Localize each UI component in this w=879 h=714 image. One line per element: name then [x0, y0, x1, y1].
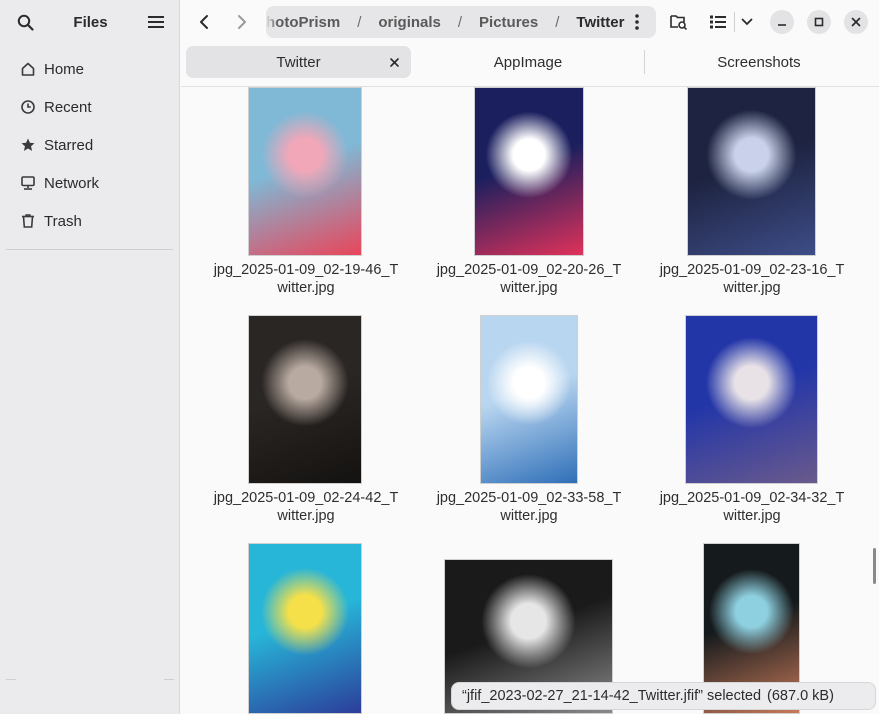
- file-thumbnail: [480, 315, 578, 484]
- sidebar-item-label: Network: [44, 174, 100, 192]
- sidebar-bottom-mark: [164, 679, 174, 680]
- tab-twitter[interactable]: Twitter: [186, 46, 411, 78]
- header-bar: hotoPrism / originals / Pictures / Twitt…: [181, 0, 879, 44]
- breadcrumb-originals[interactable]: originals: [378, 14, 441, 31]
- clock-icon: [20, 99, 36, 115]
- view-options-button[interactable]: [736, 11, 758, 33]
- header-divider: [734, 12, 735, 32]
- tab-label: AppImage: [493, 53, 563, 71]
- chevron-left-icon: [200, 15, 208, 29]
- path-fade: [266, 6, 278, 38]
- chevron-right-icon: [238, 15, 246, 29]
- view-toggle-button[interactable]: [707, 11, 729, 33]
- vertical-dots-icon: [635, 14, 639, 30]
- app-title: Files: [73, 13, 108, 31]
- sidebar-item-home[interactable]: Home: [0, 50, 179, 88]
- main-menu-button[interactable]: [145, 11, 167, 33]
- list-view-icon: [710, 15, 726, 29]
- maximize-button[interactable]: [807, 10, 831, 34]
- selection-status-text: “jfif_2023-02-27_21-14-42_Twitter.jfif” …: [462, 688, 762, 704]
- star-icon: [20, 137, 36, 153]
- forward-button[interactable]: [229, 9, 255, 35]
- tab-bar: Twitter AppImage Screenshots: [181, 44, 879, 87]
- back-button[interactable]: [191, 9, 217, 35]
- close-icon: [389, 57, 399, 67]
- scrollbar[interactable]: [873, 548, 876, 584]
- trash-icon: [20, 213, 36, 229]
- file-grid: jpg_2025-01-09_02-19-46_T witter.jpg jpg_…: [181, 87, 871, 714]
- home-icon: [20, 61, 36, 77]
- sidebar-item-label: Trash: [44, 212, 82, 230]
- search-folder-button[interactable]: [668, 11, 690, 33]
- breadcrumb-separator: /: [555, 13, 560, 31]
- breadcrumb-separator: /: [457, 13, 463, 31]
- sidebar-item-label: Home: [44, 60, 85, 78]
- file-name: jpg_2025-01-09_02-24-42_T witter.jpg: [213, 490, 399, 524]
- file-thumbnail: [248, 87, 362, 256]
- file-thumbnail: [687, 87, 816, 256]
- chevron-down-icon: [741, 18, 753, 26]
- file-thumbnail: [685, 315, 818, 484]
- minimize-icon: [778, 24, 786, 26]
- minimize-button[interactable]: [770, 10, 794, 34]
- file-thumbnail: [474, 87, 584, 256]
- file-thumbnail: [248, 315, 362, 484]
- sidebar-item-label: Recent: [44, 98, 92, 116]
- file-name: jpg_2025-01-09_02-34-32_T witter.jpg: [659, 490, 845, 524]
- tab-close-button[interactable]: [387, 55, 401, 69]
- close-icon: [851, 17, 861, 27]
- path-bar[interactable]: hotoPrism / originals / Pictures / Twitt…: [266, 6, 656, 38]
- sidebar-bottom-mark: [6, 679, 16, 680]
- sidebar-item-network[interactable]: Network: [0, 164, 179, 202]
- file-name: jpg_2025-01-09_02-23-16_T witter.jpg: [659, 262, 845, 296]
- tab-label: Twitter: [276, 53, 321, 71]
- sidebar-item-trash[interactable]: Trash: [0, 202, 179, 240]
- breadcrumb-separator: /: [357, 13, 362, 31]
- sidebar-item-starred[interactable]: Starred: [0, 126, 179, 164]
- breadcrumb-twitter[interactable]: Twitter: [576, 14, 624, 31]
- folder-search-icon: [670, 15, 688, 30]
- sidebar: Files Home Recent Starred Network Trash: [0, 0, 180, 714]
- sidebar-places: Home Recent Starred Network Trash: [0, 44, 179, 240]
- file-name: jpg_2025-01-09_02-19-46_T witter.jpg: [213, 262, 399, 296]
- file-name: jpg_2025-01-09_02-33-58_T witter.jpg: [436, 490, 622, 524]
- sidebar-divider: [6, 249, 173, 250]
- maximize-icon: [814, 17, 824, 27]
- tab-screenshots[interactable]: Screenshots: [645, 46, 873, 78]
- selection-size: (687.0 kB): [767, 688, 834, 704]
- file-name: jpg_2025-01-09_02-20-26_T witter.jpg: [436, 262, 622, 296]
- search-icon: [17, 14, 34, 31]
- tab-label: Screenshots: [717, 53, 801, 71]
- path-menu-button[interactable]: [630, 14, 644, 30]
- sidebar-header: Files: [0, 0, 179, 44]
- sidebar-item-label: Starred: [44, 136, 94, 154]
- tab-appimage[interactable]: AppImage: [413, 46, 643, 78]
- search-button[interactable]: [14, 11, 36, 33]
- file-thumbnail: [248, 543, 362, 714]
- selection-status-bar: “jfif_2023-02-27_21-14-42_Twitter.jfif” …: [451, 682, 876, 710]
- close-button[interactable]: [844, 10, 868, 34]
- sidebar-item-recent[interactable]: Recent: [0, 88, 179, 126]
- network-icon: [20, 175, 36, 191]
- hamburger-menu-icon: [148, 16, 164, 28]
- breadcrumb-pictures[interactable]: Pictures: [479, 14, 538, 31]
